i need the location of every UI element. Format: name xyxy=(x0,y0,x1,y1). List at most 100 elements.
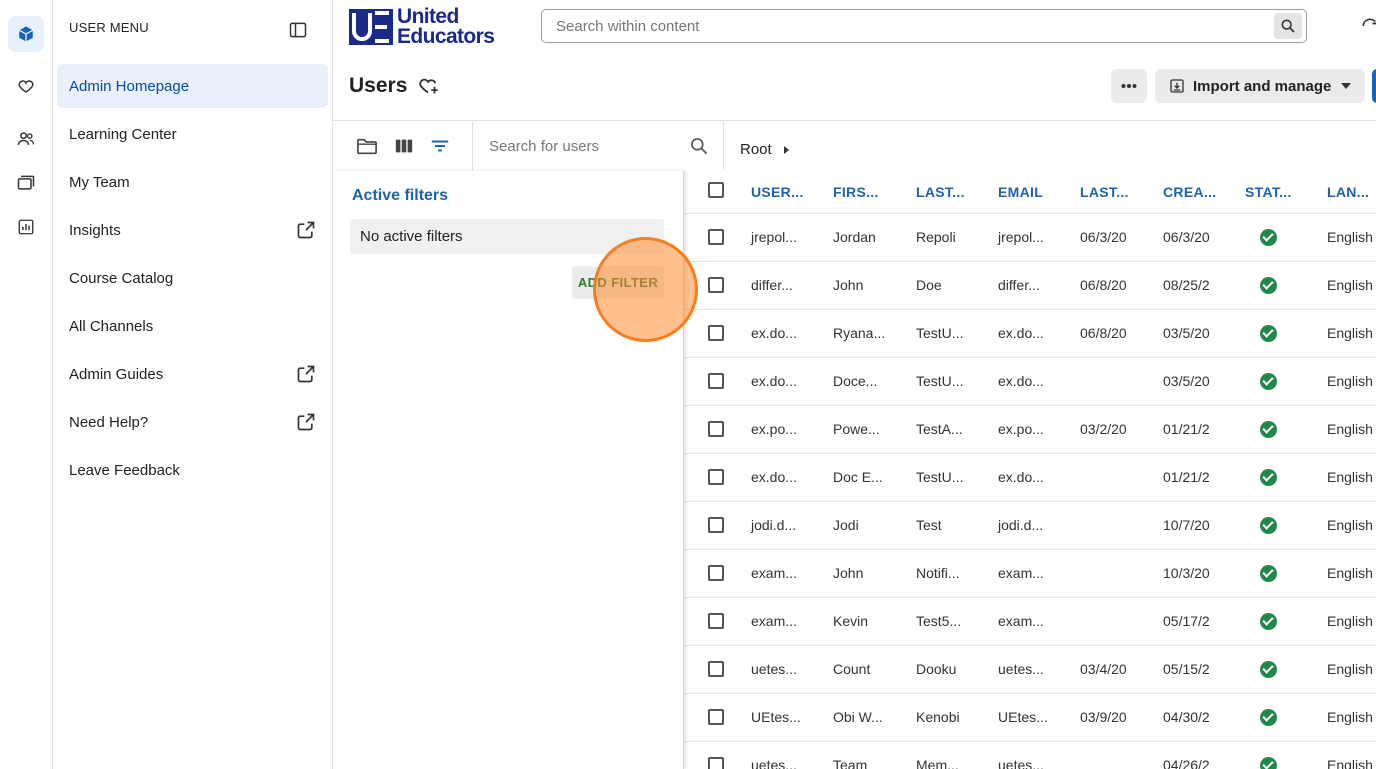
row-checkbox[interactable] xyxy=(708,469,724,485)
cell-username: ex.do... xyxy=(751,469,797,485)
toolbar-divider xyxy=(723,122,724,170)
more-icon xyxy=(1121,84,1137,88)
cell-first-name: Doc E... xyxy=(833,469,883,485)
toolbar-divider xyxy=(472,122,473,170)
rail-cube-button[interactable] xyxy=(8,16,44,52)
cell-language: English xyxy=(1327,661,1373,677)
refresh-button[interactable] xyxy=(1360,16,1376,36)
folders-icon xyxy=(17,175,35,190)
import-and-manage-button[interactable]: Import and manage xyxy=(1155,69,1365,103)
column-header-last-name[interactable]: LAST... xyxy=(916,184,965,200)
content-search-button[interactable] xyxy=(1274,13,1302,39)
column-header-created[interactable]: CREA... xyxy=(1163,184,1216,200)
menu-item-label: Leave Feedback xyxy=(69,461,180,479)
cell-email: jrepol... xyxy=(998,229,1044,245)
search-icon xyxy=(691,138,708,155)
status-active-icon xyxy=(1260,469,1277,486)
external-link-icon xyxy=(297,221,315,239)
cell-first-name: Powe... xyxy=(833,421,880,437)
menu-item-insights[interactable]: Insights xyxy=(57,208,328,252)
menu-item-all-channels[interactable]: All Channels xyxy=(57,304,328,348)
user-menu-title: USER MENU xyxy=(69,20,149,35)
cell-last-name: Test5... xyxy=(916,613,962,629)
rail-people-button[interactable] xyxy=(8,121,44,157)
content-search xyxy=(541,9,1307,43)
chevron-down-icon xyxy=(1341,83,1351,89)
row-checkbox[interactable] xyxy=(708,661,724,677)
add-favorite-button[interactable] xyxy=(418,75,440,97)
row-checkbox[interactable] xyxy=(708,373,724,389)
content-search-input[interactable] xyxy=(542,10,1242,42)
divider xyxy=(333,120,1376,121)
row-checkbox[interactable] xyxy=(708,229,724,245)
cell-first-name: Kevin xyxy=(833,613,869,629)
rail-favorites-button[interactable] xyxy=(8,68,44,104)
column-header-language[interactable]: LAN... xyxy=(1327,184,1369,200)
cell-last-name: TestU... xyxy=(916,469,964,485)
cell-created: 10/3/20 xyxy=(1163,565,1210,581)
column-header-status[interactable]: STAT... xyxy=(1245,184,1292,200)
status-active-icon xyxy=(1260,373,1277,390)
add-filter-button[interactable]: ADD FILTER xyxy=(572,266,664,299)
cell-language: English xyxy=(1327,421,1373,437)
filter-button[interactable] xyxy=(429,136,451,156)
icon-rail xyxy=(0,0,53,769)
cell-last-name: TestU... xyxy=(916,325,964,341)
user-search-button[interactable] xyxy=(689,136,709,156)
breadcrumb-root[interactable]: Root xyxy=(740,141,772,158)
row-checkbox[interactable] xyxy=(708,757,724,769)
cell-language: English xyxy=(1327,229,1373,245)
menu-item-course-catalog[interactable]: Course Catalog xyxy=(57,256,328,300)
user-menu: USER MENU Admin Homepage Learning Center… xyxy=(53,0,333,769)
cell-created: 08/25/2 xyxy=(1163,277,1210,293)
menu-item-leave-feedback[interactable]: Leave Feedback xyxy=(57,448,328,492)
united-educators-logo[interactable]: United Educators xyxy=(349,5,495,48)
cell-username: uetes... xyxy=(751,661,797,677)
row-checkbox[interactable] xyxy=(708,565,724,581)
menu-item-my-team[interactable]: My Team xyxy=(57,160,328,204)
column-header-username[interactable]: USER... xyxy=(751,184,804,200)
logo-text: United Educators xyxy=(397,5,495,48)
row-checkbox[interactable] xyxy=(708,613,724,629)
column-header-email[interactable]: EMAIL xyxy=(998,184,1043,200)
columns-button[interactable] xyxy=(393,136,415,156)
collapse-menu-button[interactable] xyxy=(288,20,308,40)
cell-username: exam... xyxy=(751,613,797,629)
row-checkbox[interactable] xyxy=(708,277,724,293)
menu-item-learning-center[interactable]: Learning Center xyxy=(57,112,328,156)
column-header-first-name[interactable]: FIRS... xyxy=(833,184,879,200)
status-active-icon xyxy=(1260,421,1277,438)
filter-icon xyxy=(431,140,449,152)
menu-item-need-help[interactable]: Need Help? xyxy=(57,400,328,444)
menu-item-label: My Team xyxy=(69,173,130,191)
menu-item-label: Insights xyxy=(69,221,121,239)
status-active-icon xyxy=(1260,709,1277,726)
cell-created: 05/17/2 xyxy=(1163,613,1210,629)
rail-content-button[interactable] xyxy=(8,165,44,201)
cell-last-login: 03/9/20 xyxy=(1080,709,1127,725)
chart-icon xyxy=(18,219,34,235)
folder-view-button[interactable] xyxy=(356,136,378,156)
menu-item-label: Admin Guides xyxy=(69,365,164,383)
cell-username: ex.po... xyxy=(751,421,797,437)
more-actions-button[interactable] xyxy=(1111,69,1147,103)
cell-language: English xyxy=(1327,565,1373,581)
column-header-last-login[interactable]: LAST... xyxy=(1080,184,1129,200)
cell-created: 05/15/2 xyxy=(1163,661,1210,677)
row-checkbox[interactable] xyxy=(708,325,724,341)
rail-reports-button[interactable] xyxy=(8,209,44,245)
menu-item-admin-homepage[interactable]: Admin Homepage xyxy=(57,64,328,108)
row-checkbox[interactable] xyxy=(708,709,724,725)
import-icon xyxy=(1170,79,1184,93)
row-checkbox[interactable] xyxy=(708,421,724,437)
cell-first-name: John xyxy=(833,277,864,293)
row-checkbox[interactable] xyxy=(708,517,724,533)
chevron-right-icon[interactable] xyxy=(783,145,789,154)
cell-created: 01/21/2 xyxy=(1163,469,1210,485)
cell-created: 03/5/20 xyxy=(1163,325,1210,341)
cell-username: jodi.d... xyxy=(751,517,797,533)
select-all-checkbox[interactable] xyxy=(708,182,724,198)
menu-item-admin-guides[interactable]: Admin Guides xyxy=(57,352,328,396)
primary-action-button-edge[interactable] xyxy=(1372,69,1376,103)
user-search-input[interactable] xyxy=(489,132,679,160)
